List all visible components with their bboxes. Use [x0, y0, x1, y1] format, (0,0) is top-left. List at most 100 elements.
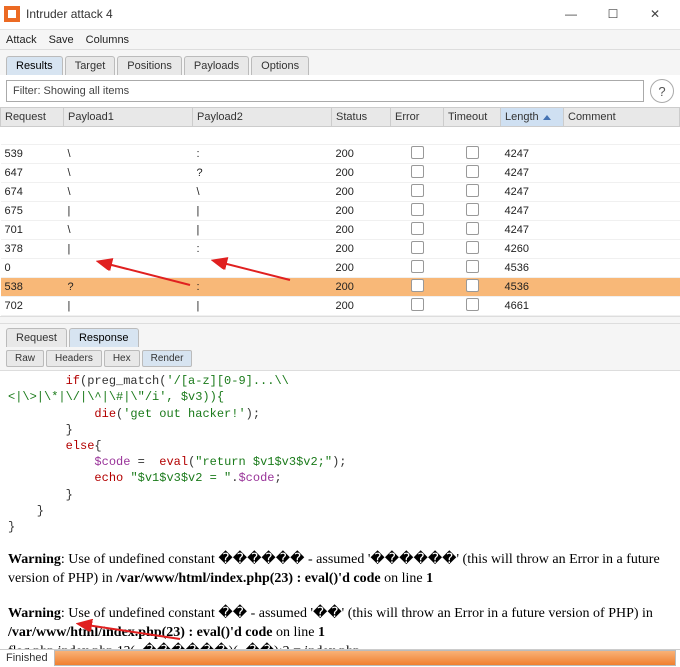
- cell-length: [501, 127, 564, 145]
- menu-save[interactable]: Save: [49, 34, 74, 46]
- horizontal-splitter[interactable]: [0, 316, 680, 324]
- checkbox-icon[interactable]: [411, 241, 424, 254]
- intruder-window: Intruder attack 4 ― ☐ ✕ Attack Save Colu…: [0, 0, 680, 667]
- checkbox-icon[interactable]: [466, 298, 479, 311]
- cell-comment: [564, 297, 680, 316]
- cell-error: [391, 259, 444, 278]
- cell-error: [391, 278, 444, 297]
- cell-request: [1, 127, 64, 145]
- output-line: flag.php index.php 1?(~������)(~��):2 = …: [8, 643, 672, 649]
- table-row[interactable]: 539\:2004247: [1, 145, 680, 164]
- table-row[interactable]: [1, 127, 680, 145]
- progress-bar: [54, 650, 676, 666]
- col-status[interactable]: Status: [332, 108, 391, 127]
- maximize-button[interactable]: ☐: [592, 1, 634, 27]
- table-row[interactable]: 378|:2004260: [1, 240, 680, 259]
- cell-status: 200: [332, 278, 391, 297]
- menu-columns[interactable]: Columns: [86, 34, 129, 46]
- table-row[interactable]: 674\\2004247: [1, 183, 680, 202]
- table-row[interactable]: 701\|2004247: [1, 221, 680, 240]
- cell-timeout: [444, 202, 501, 221]
- checkbox-icon[interactable]: [466, 279, 479, 292]
- reqres-tabs: Request Response: [0, 324, 680, 347]
- cell-error: [391, 145, 444, 164]
- minimize-button[interactable]: ―: [550, 1, 592, 27]
- col-length[interactable]: Length: [501, 108, 564, 127]
- code-fragment-top: if(preg_match('/[a-z][0-9]...\\: [8, 373, 672, 389]
- checkbox-icon[interactable]: [411, 279, 424, 292]
- checkbox-icon[interactable]: [411, 298, 424, 311]
- cell-error: [391, 183, 444, 202]
- table-row[interactable]: 0 200 4536: [1, 259, 680, 278]
- cell-request: 0: [1, 259, 64, 278]
- col-error[interactable]: Error: [391, 108, 444, 127]
- table-row[interactable]: 647\?2004247: [1, 164, 680, 183]
- view-headers[interactable]: Headers: [46, 350, 102, 367]
- tab-options[interactable]: Options: [251, 56, 309, 75]
- checkbox-icon[interactable]: [466, 146, 479, 159]
- col-payload1[interactable]: Payload1: [64, 108, 193, 127]
- cell-status: 200: [332, 259, 391, 278]
- tab-request[interactable]: Request: [6, 328, 67, 347]
- cell-payload1: |: [64, 202, 193, 221]
- cell-request: 674: [1, 183, 64, 202]
- checkbox-icon[interactable]: [411, 184, 424, 197]
- col-payload2[interactable]: Payload2: [193, 108, 332, 127]
- col-comment[interactable]: Comment: [564, 108, 680, 127]
- code-line: }: [8, 503, 672, 519]
- checkbox-icon[interactable]: [466, 241, 479, 254]
- checkbox-icon[interactable]: [466, 165, 479, 178]
- cell-timeout: [444, 127, 501, 145]
- cell-payload2: \: [193, 183, 332, 202]
- cell-length: 4247: [501, 202, 564, 221]
- cell-comment: [564, 278, 680, 297]
- cell-length: 4536: [501, 278, 564, 297]
- tab-payloads[interactable]: Payloads: [184, 56, 249, 75]
- col-timeout[interactable]: Timeout: [444, 108, 501, 127]
- close-button[interactable]: ✕: [634, 1, 676, 27]
- checkbox-icon[interactable]: [411, 260, 424, 273]
- cell-payload2: |: [193, 297, 332, 316]
- cell-length: 4536: [501, 259, 564, 278]
- tab-positions[interactable]: Positions: [117, 56, 182, 75]
- checkbox-icon[interactable]: [411, 222, 424, 235]
- results-table[interactable]: Request Payload1 Payload2 Status Error T…: [0, 107, 680, 316]
- cell-payload1: |: [64, 297, 193, 316]
- menu-attack[interactable]: Attack: [6, 34, 37, 46]
- view-render[interactable]: Render: [142, 350, 193, 367]
- table-row[interactable]: 702||2004661: [1, 297, 680, 316]
- col-request[interactable]: Request: [1, 108, 64, 127]
- cell-comment: [564, 127, 680, 145]
- sort-asc-icon: [543, 115, 551, 120]
- main-tabs: Results Target Positions Payloads Option…: [0, 50, 680, 75]
- view-hex[interactable]: Hex: [104, 350, 140, 367]
- checkbox-icon[interactable]: [466, 222, 479, 235]
- render-pane[interactable]: if(preg_match('/[a-z][0-9]...\\ <|\>|\*|…: [0, 371, 680, 648]
- cell-timeout: [444, 221, 501, 240]
- tab-results[interactable]: Results: [6, 56, 63, 75]
- checkbox-icon[interactable]: [466, 260, 479, 273]
- cell-payload2: :: [193, 278, 332, 297]
- filter-input[interactable]: Filter: Showing all items: [6, 80, 644, 102]
- table-row[interactable]: 538?:2004536: [1, 278, 680, 297]
- checkbox-icon[interactable]: [411, 146, 424, 159]
- cell-timeout: [444, 164, 501, 183]
- checkbox-icon[interactable]: [411, 165, 424, 178]
- cell-length: 4260: [501, 240, 564, 259]
- checkbox-icon[interactable]: [411, 203, 424, 216]
- cell-comment: [564, 145, 680, 164]
- table-row[interactable]: 675||2004247: [1, 202, 680, 221]
- checkbox-icon[interactable]: [466, 203, 479, 216]
- view-raw[interactable]: Raw: [6, 350, 44, 367]
- help-button[interactable]: ?: [650, 79, 674, 103]
- cell-payload1: |: [64, 240, 193, 259]
- cell-timeout: [444, 183, 501, 202]
- cell-payload2: :: [193, 145, 332, 164]
- checkbox-icon[interactable]: [466, 184, 479, 197]
- tab-target[interactable]: Target: [65, 56, 116, 75]
- tab-response[interactable]: Response: [69, 328, 139, 347]
- cell-timeout: [444, 297, 501, 316]
- cell-comment: [564, 183, 680, 202]
- warning-text-1: Warning: Use of undefined constant �����…: [8, 551, 672, 589]
- cell-timeout: [444, 240, 501, 259]
